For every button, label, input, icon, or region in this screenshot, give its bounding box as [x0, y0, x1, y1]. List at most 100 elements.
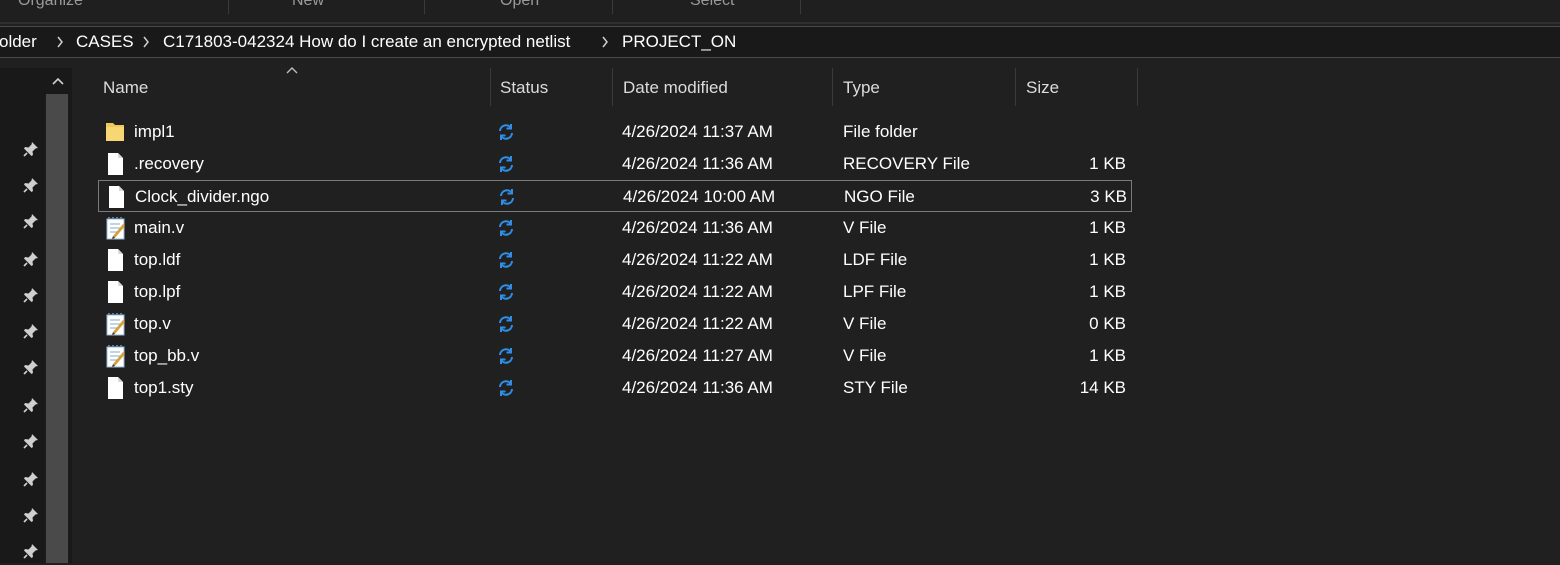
column-divider[interactable] [832, 68, 833, 106]
file-type: NGO File [844, 187, 915, 206]
pin-icon[interactable] [22, 286, 40, 304]
file-type: STY File [843, 378, 908, 397]
file-row[interactable]: .recovery 4/26/2024 11:36 AM RECOVERY File… [98, 148, 1132, 180]
breadcrumb-item[interactable]: older [0, 32, 37, 52]
nav-scrollbar-thumb[interactable] [46, 94, 68, 563]
ribbon-divider [612, 0, 613, 14]
breadcrumb-current[interactable]: PROJECT_ON [622, 32, 736, 52]
sync-icon [497, 219, 515, 237]
ribbon-divider [800, 0, 801, 14]
file-name: Clock_divider.ngo [135, 187, 270, 206]
file-row[interactable]: top.lpf 4/26/2024 11:22 AM LPF File 1 KB [98, 276, 1132, 308]
file-type: RECOVERY File [843, 154, 970, 173]
ribbon-group-organize[interactable]: Organize [18, 0, 83, 10]
address-bar[interactable]: older CASES C171803-042324 How do I crea… [0, 26, 1560, 58]
pin-icon[interactable] [22, 432, 40, 450]
file-icon [104, 280, 126, 304]
file-type: V File [843, 346, 887, 365]
chevron-right-icon[interactable] [56, 36, 64, 48]
pin-icon[interactable] [22, 250, 40, 268]
sync-icon [498, 188, 516, 206]
pin-icon[interactable] [22, 212, 40, 230]
notepad-file-icon [104, 344, 126, 368]
file-name: .recovery [134, 154, 204, 173]
file-date-modified: 4/26/2024 11:36 AM [622, 218, 773, 237]
file-size: 1 KB [1089, 346, 1126, 365]
file-type: LDF File [843, 250, 908, 269]
scroll-up-arrow-icon[interactable] [51, 76, 65, 86]
column-divider[interactable] [490, 68, 491, 106]
pin-icon[interactable] [22, 358, 40, 376]
notepad-file-icon [104, 312, 126, 336]
sync-icon [497, 315, 515, 333]
notepad-file-icon [104, 216, 126, 240]
file-name: top.lpf [134, 282, 181, 301]
file-name: impl1 [134, 122, 175, 141]
ribbon-group-new[interactable]: New [292, 0, 324, 10]
file-date-modified: 4/26/2024 11:22 AM [622, 282, 773, 301]
column-header-type[interactable]: Type [843, 78, 880, 98]
sync-icon [497, 251, 515, 269]
file-size: 1 KB [1089, 154, 1126, 173]
breadcrumb-item[interactable]: CASES [76, 32, 134, 52]
sync-icon [497, 379, 515, 397]
ribbon-divider [424, 0, 425, 14]
file-icon [104, 376, 126, 400]
column-divider[interactable] [1015, 68, 1016, 106]
file-row[interactable]: top.ldf 4/26/2024 11:22 AM LDF File 1 KB [98, 244, 1132, 276]
column-header-name[interactable]: Name [103, 78, 148, 98]
sync-icon [497, 347, 515, 365]
file-icon [105, 185, 127, 209]
file-size: 14 KB [1079, 378, 1126, 397]
sync-icon [497, 123, 515, 141]
file-icon [104, 152, 126, 176]
file-name: top1.sty [134, 378, 194, 397]
file-row[interactable]: top1.sty 4/26/2024 11:36 AM STY File 14 KB [98, 372, 1132, 404]
column-divider[interactable] [612, 68, 613, 106]
column-header-date-modified[interactable]: Date modified [623, 78, 728, 98]
pin-icon[interactable] [22, 506, 40, 524]
column-header-size[interactable]: Size [1026, 78, 1059, 98]
breadcrumb-item[interactable]: C171803-042324 How do I create an encryp… [163, 32, 570, 52]
ribbon: Organize New Open Select [0, 0, 1560, 22]
file-size: 1 KB [1089, 218, 1126, 237]
file-name: top.ldf [134, 250, 181, 269]
chevron-right-icon[interactable] [142, 36, 150, 48]
file-size: 1 KB [1089, 250, 1126, 269]
file-name: top.v [134, 314, 171, 333]
file-date-modified: 4/26/2024 10:00 AM [623, 187, 776, 206]
pin-icon[interactable] [22, 322, 40, 340]
file-row[interactable]: main.v 4/26/2024 11:36 AM V File 1 KB [98, 212, 1132, 244]
file-icon [104, 248, 126, 272]
chevron-right-icon[interactable] [601, 36, 609, 48]
file-type: V File [843, 314, 887, 333]
pin-icon[interactable] [22, 176, 40, 194]
ribbon-border [0, 22, 1560, 24]
file-type: File folder [843, 122, 918, 141]
column-header-status[interactable]: Status [500, 78, 548, 98]
sync-icon [497, 155, 515, 173]
pin-icon[interactable] [22, 542, 40, 560]
file-date-modified: 4/26/2024 11:37 AM [622, 122, 773, 141]
file-row[interactable]: top.v 4/26/2024 11:22 AM V File 0 KB [98, 308, 1132, 340]
file-row[interactable]: Clock_divider.ngo 4/26/2024 10:00 AM NGO F… [98, 180, 1132, 212]
file-date-modified: 4/26/2024 11:36 AM [622, 378, 773, 397]
file-type: V File [843, 218, 887, 237]
file-size: 1 KB [1089, 282, 1126, 301]
ribbon-group-select[interactable]: Select [690, 0, 734, 10]
column-divider[interactable] [1137, 68, 1138, 106]
sort-ascending-icon [286, 67, 298, 74]
file-size: 0 KB [1089, 314, 1126, 333]
file-date-modified: 4/26/2024 11:36 AM [622, 154, 773, 173]
pin-icon[interactable] [22, 396, 40, 414]
pin-icon[interactable] [22, 470, 40, 488]
file-row[interactable]: impl1 4/26/2024 11:37 AM File folder [98, 116, 1132, 148]
file-date-modified: 4/26/2024 11:27 AM [622, 346, 773, 365]
pin-icon[interactable] [22, 140, 40, 158]
sync-icon [497, 283, 515, 301]
file-name: main.v [134, 218, 185, 237]
file-row[interactable]: top_bb.v 4/26/2024 11:27 AM V File 1 KB [98, 340, 1132, 372]
folder-icon [104, 120, 126, 144]
ribbon-group-open[interactable]: Open [500, 0, 539, 10]
file-date-modified: 4/26/2024 11:22 AM [622, 314, 773, 333]
